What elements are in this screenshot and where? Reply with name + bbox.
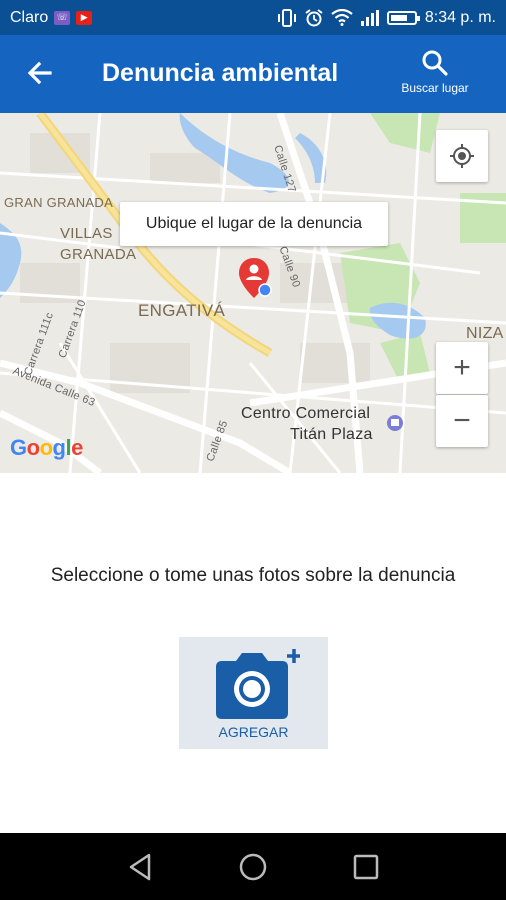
map-label-engativa: ENGATIVÁ — [138, 301, 226, 320]
nav-recents-button[interactable] — [350, 851, 382, 883]
viber-icon: ☏ — [54, 10, 71, 25]
zoom-out-button[interactable]: − — [436, 395, 488, 447]
map-view[interactable]: GRAN GRANADA VILLAS GRANADA ENGATIVÁ NIZ… — [0, 113, 506, 473]
wifi-icon — [331, 9, 353, 26]
system-nav-bar — [0, 833, 506, 900]
map-label-granada: GRANADA — [60, 246, 137, 263]
nav-home-button[interactable] — [237, 851, 269, 883]
google-logo-letter: o — [39, 435, 53, 460]
clock: 8:34 p. m. — [424, 8, 496, 26]
back-button[interactable] — [24, 57, 56, 89]
add-camera-icon — [216, 649, 300, 719]
search-icon — [422, 50, 448, 76]
carrier-label: Claro — [10, 8, 49, 26]
map-label-gran-granada: GRAN GRANADA — [4, 195, 114, 210]
search-place-button[interactable]: Buscar lugar — [390, 49, 480, 105]
map-label-niza: NIZA — [466, 325, 504, 342]
location-marker[interactable] — [236, 256, 272, 300]
status-bar: Claro ☏ ▶ 8:34 p. m. — [0, 0, 506, 35]
triangle-back-icon — [129, 853, 151, 881]
map-poi-titan-plaza: Titán Plaza — [290, 426, 373, 443]
search-place-label: Buscar lugar — [401, 81, 469, 95]
circle-home-icon — [239, 853, 267, 881]
arrow-back-icon — [27, 61, 52, 85]
location-tooltip: Ubique el lugar de la denuncia — [120, 202, 388, 246]
map-label-villas: VILLAS — [60, 225, 113, 242]
google-logo-letter: G — [10, 435, 27, 460]
google-logo-letter: e — [71, 435, 83, 460]
square-recents-icon — [353, 854, 379, 880]
add-photo-button[interactable]: AGREGAR — [179, 637, 328, 749]
vibrate-icon — [277, 8, 296, 27]
photo-prompt-text: Seleccione o tome unas fotos sobre la de… — [50, 565, 456, 586]
zoom-in-button[interactable]: + — [436, 342, 488, 394]
page-title: Denuncia ambiental — [102, 59, 339, 87]
youtube-icon: ▶ — [76, 10, 93, 25]
alarm-icon — [305, 8, 323, 26]
nav-back-button[interactable] — [125, 851, 157, 883]
my-location-button[interactable] — [436, 130, 488, 182]
google-logo-letter: g — [52, 435, 66, 460]
google-logo-letter: o — [26, 435, 40, 460]
battery-icon — [386, 10, 420, 25]
map-pin-icon — [239, 258, 272, 298]
crosshair-icon — [450, 144, 474, 168]
add-photo-label: AGREGAR — [218, 724, 289, 740]
signal-icon — [360, 9, 379, 26]
map-poi-centro-comercial: Centro Comercial — [241, 405, 371, 422]
app-bar: Denuncia ambiental Buscar lugar — [0, 35, 506, 113]
google-logo: Google — [10, 435, 83, 461]
